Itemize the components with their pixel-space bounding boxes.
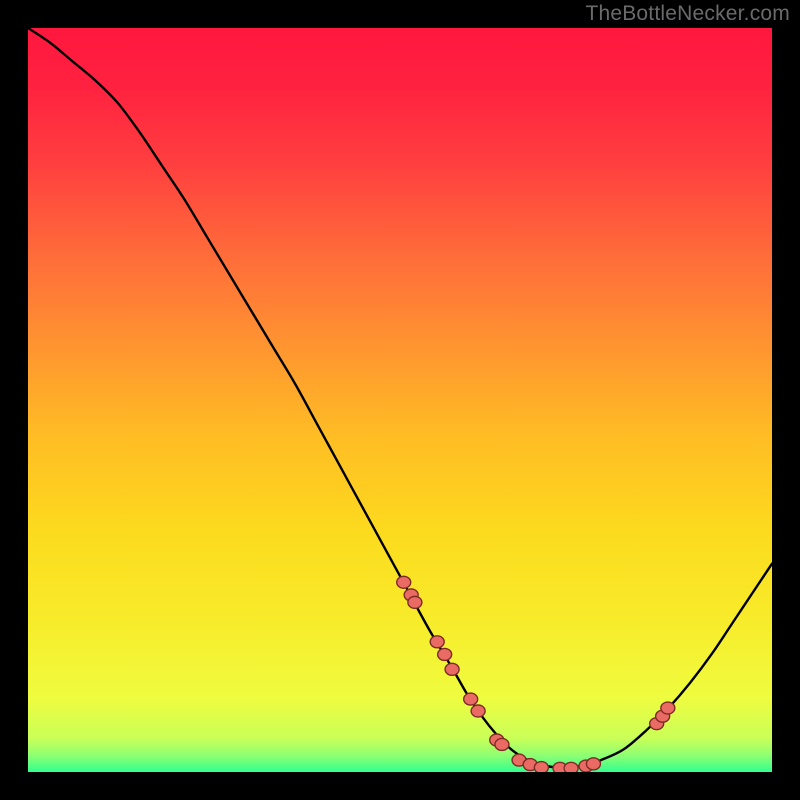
curve-marker [534,762,548,772]
curve-marker [471,705,485,717]
chart-background [28,28,772,772]
curve-marker [586,758,600,770]
curve-marker [495,738,509,750]
curve-marker [445,663,459,675]
curve-marker [430,636,444,648]
chart-svg [28,28,772,772]
watermark-text: TheBottleNecker.com [585,2,790,26]
curve-marker [661,702,675,714]
curve-marker [408,596,422,608]
plot-area [28,28,772,772]
curve-marker [438,648,452,660]
chart-frame: TheBottleNecker.com [0,0,800,800]
curve-marker [564,762,578,772]
curve-marker [397,576,411,588]
curve-marker [464,693,478,705]
